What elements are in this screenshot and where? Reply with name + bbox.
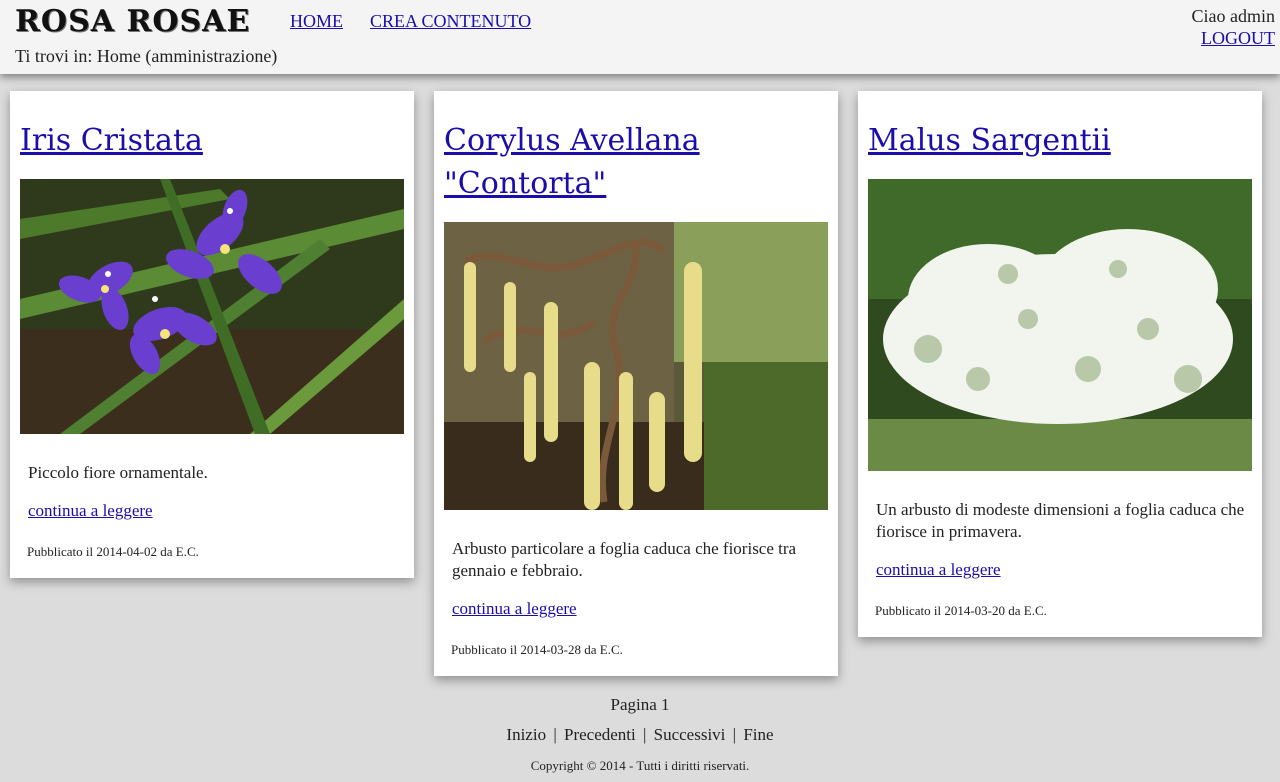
- user-area: Ciao admin LOGOUT: [1192, 5, 1276, 49]
- copyright: Copyright © 2014 - Tutti i diritti riser…: [530, 758, 750, 773]
- article-title: Corylus Avellana "Contorta": [444, 119, 828, 205]
- pagination-first[interactable]: Inizio: [506, 725, 546, 744]
- pagination-last[interactable]: Fine: [743, 725, 773, 744]
- article-card: Iris Cristata Piccolo fiore ornamentale.…: [10, 91, 414, 578]
- greeting-text: Ciao admin: [1191, 6, 1276, 26]
- pagination: Inizio | Precedenti | Successivi | Fine: [0, 725, 1280, 745]
- article-title-link[interactable]: Malus Sargentii: [868, 123, 1111, 158]
- nav-create-content-link[interactable]: CREA CONTENUTO: [370, 11, 531, 32]
- pagination-separator: |: [642, 725, 647, 744]
- page-indicator: Pagina 1: [610, 695, 670, 714]
- article-title: Iris Cristata: [20, 119, 404, 162]
- article-meta: Pubblicato il 2014-04-02 da E.C.: [27, 544, 199, 559]
- pagination-separator: |: [553, 725, 557, 744]
- pagination-separator: |: [732, 725, 737, 744]
- article-summary: Piccolo fiore ornamentale.: [28, 463, 208, 482]
- nav-home-link[interactable]: HOME: [290, 11, 343, 32]
- site-logo[interactable]: ROSA ROSAE: [15, 4, 250, 39]
- article-card: Malus Sargentii Un arbusto di modeste di…: [858, 91, 1262, 637]
- article-title-link[interactable]: Iris Cristata: [20, 123, 203, 158]
- read-more-link[interactable]: continua a leggere: [876, 560, 1001, 580]
- article-meta: Pubblicato il 2014-03-20 da E.C.: [875, 603, 1047, 618]
- article-image-corylus[interactable]: [444, 222, 828, 510]
- logout-link[interactable]: LOGOUT: [1201, 28, 1275, 48]
- pagination-next[interactable]: Successivi: [654, 725, 726, 744]
- article-meta: Pubblicato il 2014-03-28 da E.C.: [451, 642, 623, 657]
- article-title-link[interactable]: Corylus Avellana "Contorta": [444, 123, 700, 201]
- pagination-prev[interactable]: Precedenti: [564, 725, 636, 744]
- top-bar: ROSA ROSAE HOME CREA CONTENUTO Ti trovi …: [0, 0, 1280, 74]
- read-more-link[interactable]: continua a leggere: [452, 599, 577, 619]
- article-title: Malus Sargentii: [868, 119, 1252, 162]
- breadcrumb: Ti trovi in: Home (amministrazione): [15, 46, 278, 66]
- article-summary: Un arbusto di modeste dimensioni a fogli…: [876, 500, 1245, 541]
- article-card: Corylus Avellana "Contorta" Arbusto part…: [434, 91, 838, 676]
- article-summary: Arbusto particolare a foglia caduca che …: [452, 539, 797, 580]
- article-image-malus[interactable]: [868, 179, 1252, 471]
- article-image-iris[interactable]: [20, 179, 404, 434]
- read-more-link[interactable]: continua a leggere: [28, 501, 153, 521]
